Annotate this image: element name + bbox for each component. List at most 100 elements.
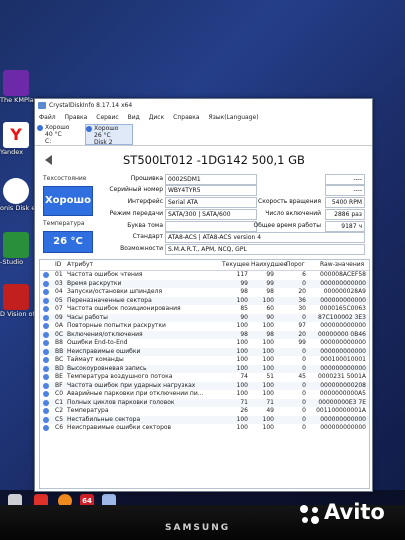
prev-disk-icon[interactable] [45, 155, 52, 165]
menu-edit[interactable]: Правка [65, 114, 88, 121]
attr-id: BD [55, 364, 64, 372]
menu-help[interactable]: Справка [173, 114, 199, 121]
table-row[interactable]: BF Частота ошибок при ударных нагрузках 10… [40, 381, 369, 390]
attr-name: Частота ошибок чтения [67, 271, 143, 278]
attr-current: 100 [236, 390, 248, 397]
health-label: Техсостояние [43, 175, 87, 182]
power-on-count-label: Число включений [265, 210, 321, 217]
attr-threshold: 0 [302, 398, 306, 406]
table-row[interactable]: C6 Неисправимые ошибки секторов 100 100 0 000… [40, 424, 369, 433]
attr-raw: 0000231 5001A [317, 373, 366, 380]
col-current[interactable]: Текущее [222, 261, 250, 268]
attr-worst: 99 [266, 271, 274, 278]
table-row[interactable]: BD Высокоуровневая запись 100 100 0 000000000… [40, 364, 369, 373]
desktop-icon-studio[interactable]: -Studio [0, 232, 36, 266]
table-row[interactable]: 07 Частота ошибок позиционирования 85 60 30 0… [40, 305, 369, 314]
attr-worst: 51 [266, 373, 274, 380]
attr-threshold: 0 [302, 424, 306, 431]
table-row[interactable]: BB Неисправимые ошибки 100 100 0 000000000000 [40, 347, 369, 356]
status-dot-icon [43, 331, 49, 338]
col-threshold[interactable]: Порог [286, 261, 305, 268]
table-row[interactable]: C0 Аварийные парковки при отключении пи..… [40, 390, 369, 399]
table-row[interactable]: C1 Полных циклов парковки головок 71 71 0 000… [40, 398, 369, 407]
features-value: S.M.A.R.T., APM, NCQ, GPL [165, 244, 365, 255]
desktop-icon-label: onis Disk ector 12.5 [0, 204, 65, 212]
col-raw[interactable]: Raw-значения [320, 261, 364, 268]
attr-name: Повторные попытки раскрутки [67, 322, 166, 329]
table-row[interactable]: 05 Переназначенные сектора 100 100 36 0000000… [40, 296, 369, 305]
attr-raw: 00000000E3 7E [318, 398, 366, 406]
table-row[interactable]: BE Температура воздушного потока 74 51 45 000… [40, 373, 369, 382]
disk-tab-c[interactable]: Хорошо 40 °C C: [37, 124, 83, 145]
attr-threshold: 0 [302, 415, 306, 423]
attr-name: Температура воздушного потока [67, 373, 173, 380]
menu-language[interactable]: Язык(Language) [209, 114, 259, 121]
table-row[interactable]: C2 Температура 26 49 0 001100000001A [40, 407, 369, 416]
attr-id: C1 [55, 398, 64, 406]
attr-threshold: 0 [302, 356, 306, 363]
status-dot-icon [43, 425, 49, 431]
table-row[interactable]: 09 Часы работы 90 90 0 87C100002 3E3 [40, 313, 369, 322]
attr-worst: 49 [266, 407, 274, 414]
status-dot-icon [43, 391, 49, 397]
power-on-hours-label: Общее время работы [253, 222, 321, 229]
desktop-icon-yandex[interactable]: Y Yandex [0, 122, 36, 156]
attr-worst: 100 [262, 347, 274, 355]
table-row[interactable]: 04 Запуски/остановки шпинделя 98 98 20 000000… [40, 288, 369, 297]
table-row[interactable]: 03 Время раскрутки 99 99 0 000000000000 [40, 279, 369, 288]
attr-worst: 100 [262, 356, 274, 363]
attr-id: 05 [55, 296, 63, 304]
desktop-icon-photo-viewer[interactable]: D Vision oto Viewer [0, 284, 63, 318]
table-row[interactable]: 0C Включения/отключения 98 98 20 00000000 0B4… [40, 330, 369, 339]
table-row[interactable]: 01 Частота ошибок чтения 117 99 6 000008ACEF5… [40, 271, 369, 280]
serial-label: Серийный номер [109, 186, 163, 193]
attr-threshold: 20 [298, 330, 306, 338]
attr-name: Частота ошибок позиционирования [67, 305, 181, 312]
attr-current: 74 [240, 373, 248, 380]
col-worst[interactable]: Наихудшее [251, 261, 287, 268]
disk-tabs: Хорошо 40 °C C: Хорошо 26 °C Disk 2 [35, 123, 372, 146]
attr-name: Неисправимые ошибки [67, 347, 141, 355]
attr-current: 100 [236, 322, 248, 329]
yandex-icon: Y [3, 122, 29, 148]
attr-id: C5 [55, 415, 64, 423]
menu-view[interactable]: Вид [128, 114, 140, 121]
menu-file[interactable]: Файл [39, 114, 56, 121]
title-bar[interactable]: CrystalDiskInfo 8.17.14 x64 [35, 99, 372, 112]
attr-name: Переназначенные сектора [67, 296, 152, 304]
attr-current: 98 [240, 288, 248, 295]
col-attribute[interactable]: Атрибут [67, 261, 93, 268]
status-dot-icon [43, 314, 49, 321]
menu-service[interactable]: Сервис [96, 114, 118, 121]
disk-tab-name: Disk 2 [94, 139, 113, 146]
table-body: 01 Частота ошибок чтения 117 99 6 000008ACEF5… [40, 271, 369, 433]
firmware-value: 0002SDM1 [165, 174, 257, 185]
disk-tab-disk2[interactable]: Хорошо 26 °C Disk 2 [85, 124, 133, 146]
attr-raw: 000000000000 [320, 364, 366, 372]
desktop-icon-disk-director[interactable]: onis Disk ector 12.5 [0, 178, 65, 212]
attr-raw: 000000000000 [320, 339, 366, 346]
attr-current: 100 [236, 347, 248, 355]
temperature-label: Температура [43, 220, 85, 227]
firmware-label: Прошивка [130, 175, 163, 182]
table-row[interactable]: BC Таймаут команды 100 100 0 000100010001 [40, 356, 369, 365]
status-dot-icon [43, 399, 49, 406]
attr-threshold: 0 [302, 313, 306, 321]
attr-threshold: 0 [302, 407, 306, 414]
attr-id: C2 [55, 407, 64, 414]
status-dot-icon [43, 340, 49, 346]
photo-viewer-icon [3, 284, 29, 310]
attr-worst: 98 [266, 330, 274, 338]
disk-director-icon [3, 178, 29, 204]
health-status-button[interactable]: Хорошо [43, 186, 93, 216]
table-row[interactable]: 0A Повторные попытки раскрутки 100 100 97 000… [40, 322, 369, 331]
col-id[interactable]: ID [55, 261, 61, 268]
attr-current: 100 [236, 296, 248, 304]
desktop-icon-kmplayer[interactable]: The KMPlayer [0, 70, 44, 104]
desktop-icon-label: -Studio [0, 258, 24, 266]
attr-name: Запуски/остановки шпинделя [67, 288, 163, 295]
status-dot-icon [43, 289, 49, 295]
menu-disk[interactable]: Диск [149, 114, 165, 121]
table-row[interactable]: B8 Ошибки End-to-End 100 100 99 000000000000 [40, 339, 369, 348]
table-row[interactable]: C5 Нестабильные сектора 100 100 0 00000000000… [40, 415, 369, 424]
